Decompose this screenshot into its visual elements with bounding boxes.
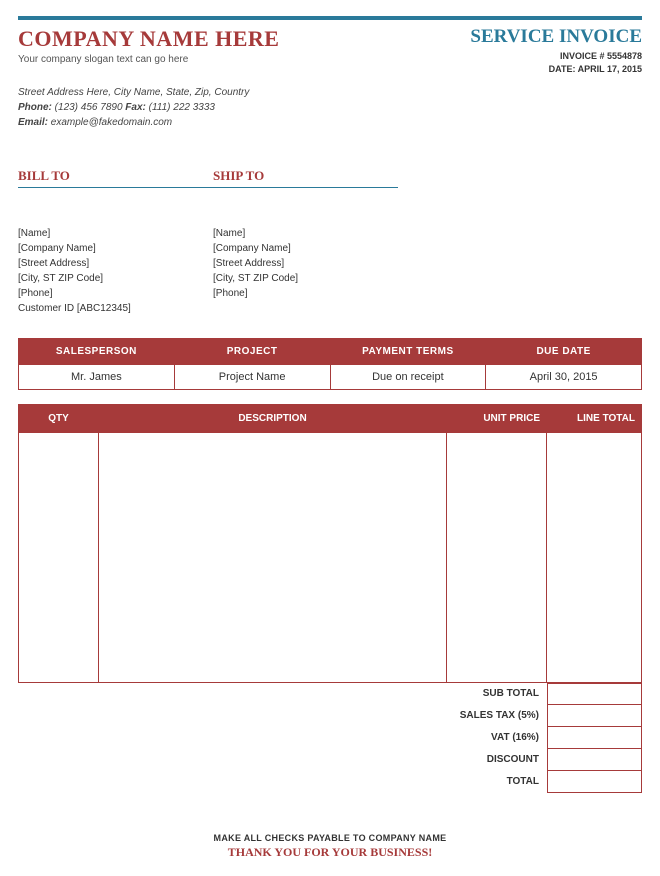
meta-value-due: April 30, 2015 bbox=[486, 365, 642, 390]
items-cell-qty bbox=[19, 433, 99, 683]
totals-label-vat: VAT (16%) bbox=[427, 727, 547, 749]
billship-rule bbox=[18, 187, 398, 188]
items-header-desc: DESCRIPTION bbox=[99, 405, 447, 433]
totals-box-salestax bbox=[547, 705, 642, 727]
meta-value-terms: Due on receipt bbox=[330, 365, 486, 390]
bill-to-body: [Name] [Company Name] [Street Address] [… bbox=[18, 226, 213, 316]
items-header-uprice: UNIT PRICE bbox=[447, 405, 547, 433]
footer-payable: MAKE ALL CHECKS PAYABLE TO COMPANY NAME bbox=[18, 833, 642, 843]
meta-header-project: PROJECT bbox=[174, 339, 330, 365]
items-cell-ltotal bbox=[547, 433, 642, 683]
meta-value-salesperson: Mr. James bbox=[19, 365, 175, 390]
items-cell-uprice bbox=[447, 433, 547, 683]
items-table: QTY DESCRIPTION UNIT PRICE LINE TOTAL bbox=[18, 404, 642, 683]
company-name: COMPANY NAME HERE bbox=[18, 26, 279, 52]
ship-to-heading: SHIP TO bbox=[213, 168, 408, 187]
company-address-block: Street Address Here, City Name, State, Z… bbox=[18, 85, 642, 130]
meta-header-salesperson: SALESPERSON bbox=[19, 339, 175, 365]
company-phone-fax: Phone: (123) 456 7890 Fax: (111) 222 333… bbox=[18, 100, 642, 115]
top-rule bbox=[18, 16, 642, 20]
meta-table: SALESPERSON PROJECT PAYMENT TERMS DUE DA… bbox=[18, 338, 642, 390]
items-header-ltotal: LINE TOTAL bbox=[547, 405, 642, 433]
totals-box-vat bbox=[547, 727, 642, 749]
invoice-number: INVOICE # 5554878 bbox=[470, 50, 642, 63]
items-header-qty: QTY bbox=[19, 405, 99, 433]
bill-to-heading: BILL TO bbox=[18, 168, 213, 187]
company-slogan: Your company slogan text can go here bbox=[18, 54, 279, 65]
meta-header-due: DUE DATE bbox=[486, 339, 642, 365]
totals-label-salestax: SALES TAX (5%) bbox=[427, 705, 547, 727]
meta-header-terms: PAYMENT TERMS bbox=[330, 339, 486, 365]
ship-to-body: [Name] [Company Name] [Street Address] [… bbox=[213, 226, 408, 301]
totals-label-discount: DISCOUNT bbox=[427, 749, 547, 771]
invoice-title: SERVICE INVOICE bbox=[470, 26, 642, 48]
totals-box-total bbox=[547, 771, 642, 793]
totals-label-subtotal: SUB TOTAL bbox=[427, 683, 547, 705]
company-address: Street Address Here, City Name, State, Z… bbox=[18, 85, 642, 100]
totals-box-subtotal bbox=[547, 683, 642, 705]
items-cell-desc bbox=[99, 433, 447, 683]
totals-block: SUB TOTAL SALES TAX (5%) VAT (16%) DISCO… bbox=[18, 683, 642, 793]
company-email: Email: example@fakedomain.com bbox=[18, 115, 642, 130]
footer-thanks: THANK YOU FOR YOUR BUSINESS! bbox=[18, 845, 642, 860]
totals-box-discount bbox=[547, 749, 642, 771]
meta-value-project: Project Name bbox=[174, 365, 330, 390]
totals-label-total: TOTAL bbox=[427, 771, 547, 793]
invoice-date: DATE: APRIL 17, 2015 bbox=[470, 63, 642, 76]
